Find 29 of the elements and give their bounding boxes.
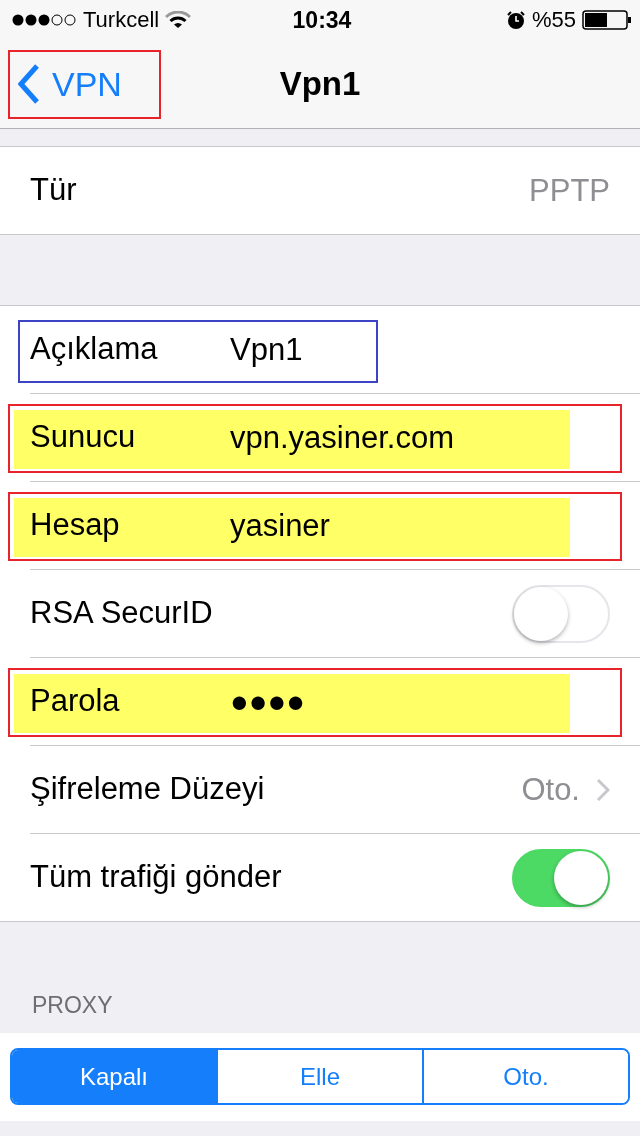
row-label: Şifreleme Düzeyi bbox=[30, 770, 265, 809]
row-label: Tür bbox=[30, 171, 78, 210]
section-header: PROXY bbox=[31, 991, 114, 1020]
battery-percent: %55 bbox=[531, 7, 576, 33]
alarm-icon bbox=[505, 10, 526, 30]
signal-icon bbox=[12, 13, 77, 27]
row-label: Açıklama bbox=[30, 330, 159, 369]
carrier-name: Turkcell bbox=[83, 7, 160, 33]
battery-icon bbox=[582, 9, 632, 31]
row-label: Tüm trafiği gönder bbox=[30, 858, 282, 897]
field-value[interactable]: vpn.yasiner.com bbox=[230, 419, 454, 456]
segment-button[interactable]: Oto. bbox=[422, 1050, 628, 1103]
field-value[interactable]: Vpn1 bbox=[230, 331, 303, 368]
screen-title: Vpn1 bbox=[279, 65, 361, 103]
row-value: PPTP bbox=[529, 172, 610, 209]
row-label: Sunucu bbox=[30, 418, 137, 457]
chevron-left-icon bbox=[18, 64, 40, 104]
row-value[interactable]: Oto. bbox=[521, 771, 580, 808]
chevron-right-icon bbox=[596, 777, 610, 802]
segment-button[interactable]: Kapalı bbox=[12, 1050, 216, 1103]
back-button[interactable]: VPN bbox=[14, 58, 126, 110]
row-label: RSA SecurID bbox=[30, 594, 214, 633]
toggle-switch[interactable] bbox=[512, 848, 610, 907]
row-label: Hesap bbox=[30, 506, 121, 545]
field-value[interactable]: yasiner bbox=[230, 507, 330, 544]
field-value[interactable]: ●●●● bbox=[230, 683, 305, 720]
status-time: 10:34 bbox=[292, 6, 352, 34]
row-label: Parola bbox=[30, 682, 121, 721]
wifi-icon bbox=[165, 11, 192, 29]
